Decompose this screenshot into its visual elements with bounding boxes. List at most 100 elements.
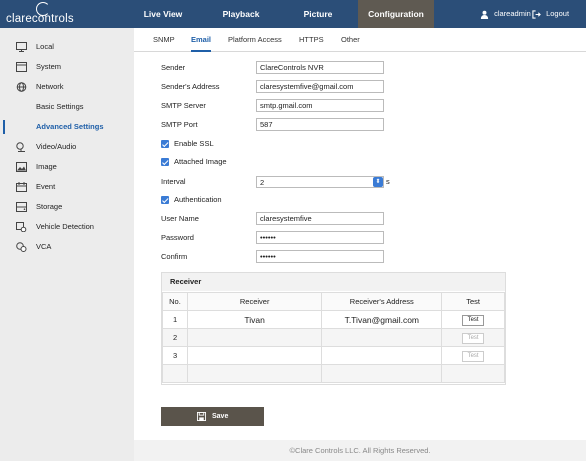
receiver-name-cell[interactable]: Tivan bbox=[186, 310, 323, 329]
sidebar-item-local[interactable]: Local bbox=[0, 38, 134, 56]
sidebar-item-label: Video/Audio bbox=[36, 142, 77, 151]
column-header: No. bbox=[162, 292, 188, 311]
tab-bar: SNMP Email Platform Access HTTPS Other bbox=[134, 28, 586, 52]
sidebar-item-video-audio[interactable]: Video/Audio bbox=[0, 138, 134, 156]
sidebar-item-basic-settings[interactable]: Basic Settings bbox=[0, 98, 134, 116]
sidebar-item-label: Vehicle Detection bbox=[36, 222, 94, 231]
footer-copyright: ©Clare Controls LLC. All Rights Reserved… bbox=[134, 440, 586, 461]
sidebar-item-label: Event bbox=[36, 182, 56, 191]
select-arrow-icon: ⬍ bbox=[373, 177, 383, 187]
monitor-icon bbox=[16, 42, 27, 52]
nav-live-view[interactable]: Live View bbox=[135, 0, 191, 28]
sidebar-item-label: Storage bbox=[36, 202, 63, 211]
receiver-name-cell[interactable] bbox=[186, 328, 323, 347]
tab-email[interactable]: Email bbox=[191, 28, 212, 52]
password-label: Password bbox=[161, 233, 194, 242]
smtp-port-label: SMTP Port bbox=[161, 120, 198, 129]
receiver-panel: Receiver No. Receiver Receiver's Address… bbox=[161, 272, 506, 385]
test-cell: Test bbox=[441, 328, 505, 347]
tab-platform-access[interactable]: Platform Access bbox=[228, 28, 282, 52]
logout-icon bbox=[532, 9, 541, 19]
sidebar-item-label: Local bbox=[36, 42, 54, 51]
password-input[interactable] bbox=[256, 231, 384, 244]
logo-text: clarecontrols bbox=[6, 13, 74, 25]
user-menu[interactable]: clareadmin bbox=[480, 0, 531, 28]
column-header: Receiver's Address bbox=[321, 292, 443, 311]
calendar-icon bbox=[16, 182, 27, 192]
confirm-password-input[interactable] bbox=[256, 250, 384, 263]
interval-label: Interval bbox=[161, 177, 186, 186]
tab-snmp[interactable]: SNMP bbox=[153, 28, 175, 52]
sidebar: Local System Network Basic Settings Adva… bbox=[0, 28, 134, 461]
sidebar-item-network[interactable]: Network bbox=[0, 78, 134, 96]
table-row: 3 Test bbox=[162, 346, 505, 365]
sidebar-item-storage[interactable]: Storage bbox=[0, 198, 134, 216]
enable-ssl-checkbox[interactable] bbox=[161, 140, 169, 148]
top-bar: clarecontrols Live View Playback Picture… bbox=[0, 0, 586, 28]
interval-unit: s bbox=[386, 177, 390, 186]
storage-icon bbox=[16, 202, 27, 212]
test-button[interactable]: Test bbox=[462, 314, 485, 326]
clare-controls-logo: clarecontrols bbox=[6, 2, 90, 26]
username-label: clareadmin bbox=[494, 9, 531, 18]
empty-cell bbox=[186, 364, 323, 383]
sidebar-item-advanced-settings[interactable]: Advanced Settings bbox=[0, 118, 134, 136]
sidebar-item-vehicle-detection[interactable]: Vehicle Detection bbox=[0, 218, 134, 236]
sender-address-input[interactable] bbox=[256, 80, 384, 93]
receiver-address-cell[interactable]: T.Tivan@gmail.com bbox=[321, 310, 443, 329]
receiver-table: No. Receiver Receiver's Address Test 1 T… bbox=[162, 292, 505, 383]
logout-label: Logout bbox=[546, 9, 570, 18]
username-input[interactable] bbox=[256, 212, 384, 225]
smtp-server-input[interactable] bbox=[256, 99, 384, 112]
interval-value: 2 bbox=[260, 178, 265, 187]
receiver-address-cell[interactable] bbox=[321, 328, 443, 347]
tab-other[interactable]: Other bbox=[341, 28, 360, 52]
sidebar-item-label: Image bbox=[36, 162, 57, 171]
save-label: Save bbox=[212, 413, 229, 420]
sidebar-item-label: System bbox=[36, 62, 62, 71]
sender-input[interactable] bbox=[256, 61, 384, 74]
receiver-title: Receiver bbox=[162, 273, 505, 291]
attached-image-label: Attached Image bbox=[174, 157, 227, 166]
sidebar-item-event[interactable]: Event bbox=[0, 178, 134, 196]
user-icon bbox=[480, 10, 489, 19]
sidebar-item-label: VCA bbox=[36, 242, 52, 251]
sidebar-item-image[interactable]: Image bbox=[0, 158, 134, 176]
authentication-checkbox[interactable] bbox=[161, 196, 169, 204]
empty-cell bbox=[321, 364, 443, 383]
empty-cell bbox=[162, 364, 188, 383]
test-cell: Test bbox=[441, 310, 505, 329]
enable-ssl-label: Enable SSL bbox=[174, 139, 214, 148]
sidebar-item-system[interactable]: System bbox=[0, 58, 134, 76]
sidebar-item-vca[interactable]: VCA bbox=[0, 238, 134, 256]
image-icon bbox=[16, 162, 27, 172]
interval-select[interactable]: 2 ⬍ bbox=[256, 176, 384, 188]
camera-icon bbox=[16, 142, 25, 152]
receiver-address-cell[interactable] bbox=[321, 346, 443, 365]
username-label: User Name bbox=[161, 214, 199, 223]
nav-picture[interactable]: Picture bbox=[290, 0, 346, 28]
tab-https[interactable]: HTTPS bbox=[299, 28, 324, 52]
vca-icon bbox=[16, 242, 27, 252]
test-button[interactable]: Test bbox=[462, 332, 485, 344]
column-header: Receiver bbox=[186, 292, 323, 311]
vehicle-icon bbox=[16, 222, 27, 232]
table-row: 2 Test bbox=[162, 328, 505, 347]
table-row: 1 Tivan T.Tivan@gmail.com Test bbox=[162, 310, 505, 329]
logout-button[interactable]: Logout bbox=[532, 0, 569, 28]
smtp-port-input[interactable] bbox=[256, 118, 384, 131]
sidebar-item-label: Advanced Settings bbox=[36, 122, 104, 131]
receiver-name-cell[interactable] bbox=[186, 346, 323, 365]
nav-configuration[interactable]: Configuration bbox=[358, 0, 434, 28]
sender-label: Sender bbox=[161, 63, 186, 72]
test-cell: Test bbox=[441, 346, 505, 365]
table-row bbox=[162, 364, 505, 383]
column-header: Test bbox=[441, 292, 505, 311]
test-button[interactable]: Test bbox=[462, 350, 485, 362]
smtp-server-label: SMTP Server bbox=[161, 101, 206, 110]
table-header-row: No. Receiver Receiver's Address Test bbox=[162, 292, 505, 311]
nav-playback[interactable]: Playback bbox=[212, 0, 270, 28]
attached-image-checkbox[interactable] bbox=[161, 158, 169, 166]
save-button[interactable]: Save bbox=[161, 407, 264, 426]
sidebar-item-label: Network bbox=[36, 82, 64, 91]
